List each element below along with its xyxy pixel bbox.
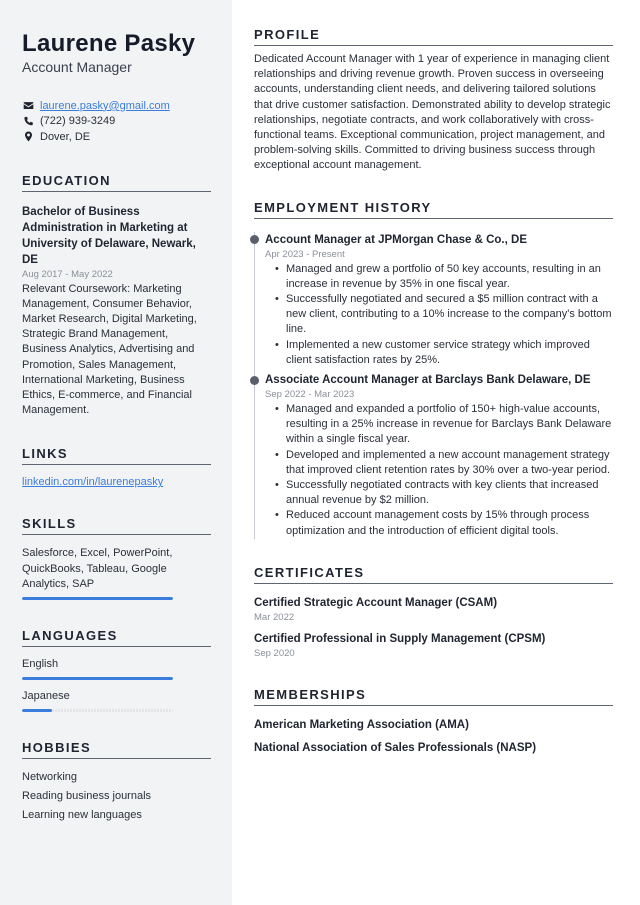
certificate-name: Certified Strategic Account Manager (CSA… xyxy=(254,596,498,609)
certificates-section: CERTIFICATES Certified Strategic Account… xyxy=(254,565,613,661)
skills-text: Salesforce, Excel, PowerPoint, QuickBook… xyxy=(22,547,173,590)
job-entry: Account Manager at JPMorgan Chase & Co.,… xyxy=(250,232,613,368)
memberships-section: MEMBERSHIPS American Marketing Associati… xyxy=(254,687,613,756)
timeline-dot-icon xyxy=(250,375,259,385)
hobby-item: Reading business journals xyxy=(22,789,152,802)
job-bullet: Managed and expanded a portfolio of 150+… xyxy=(275,402,613,448)
hobbies-heading: HOBBIES xyxy=(22,740,211,759)
job-bullets: Managed and expanded a portfolio of 150+… xyxy=(275,402,613,539)
job-bullet: Developed and implemented a new account … xyxy=(275,448,613,478)
contact-details: laurene.pasky@gmail.com (722) 939-3249 D… xyxy=(22,98,211,145)
education-heading: EDUCATION xyxy=(22,173,211,192)
language-level-fill xyxy=(22,708,53,712)
employment-section: EMPLOYMENT HISTORY Account Manager at JP… xyxy=(250,200,613,540)
language-level-bar xyxy=(22,708,173,712)
certificate-name: Certified Professional in Supply Managem… xyxy=(254,632,546,645)
linkedin-link[interactable]: linkedin.com/in/laurenepasky xyxy=(22,476,163,488)
location-text: Dover, DE xyxy=(40,130,91,143)
links-section: LINKS linkedin.com/in/laurenepasky xyxy=(22,446,211,488)
job-dates: Apr 2023 - Present xyxy=(265,248,345,260)
certificate-item: Certified Professional in Supply Managem… xyxy=(254,631,613,661)
languages-section: LANGUAGES English Japanese xyxy=(22,628,211,712)
employment-timeline: Account Manager at JPMorgan Chase & Co.,… xyxy=(250,231,613,540)
job-bullet: Successfully negotiated and secured a $5… xyxy=(275,292,613,338)
certificates-heading: CERTIFICATES xyxy=(254,565,613,584)
languages-heading: LANGUAGES xyxy=(22,628,211,647)
certificate-date: Sep 2020 xyxy=(254,647,295,659)
job-entry: Associate Account Manager at Barclays Ba… xyxy=(250,372,613,539)
profile-section: PROFILE Dedicated Account Manager with 1… xyxy=(254,27,613,174)
language-level-bar xyxy=(22,676,173,680)
job-bullet: Successfully negotiated contracts with k… xyxy=(275,478,613,508)
contact-email: laurene.pasky@gmail.com xyxy=(22,98,211,114)
certificate-item: Certified Strategic Account Manager (CSA… xyxy=(254,595,613,625)
contact-phone: (722) 939-3249 xyxy=(22,114,211,130)
language-level-fill xyxy=(22,676,173,680)
job-bullet: Managed and grew a portfolio of 50 key a… xyxy=(275,262,613,292)
envelope-icon xyxy=(22,100,34,112)
language-item: English xyxy=(22,657,211,680)
language-label: Japanese xyxy=(22,689,70,702)
job-title: Associate Account Manager at Barclays Ba… xyxy=(265,374,591,387)
language-label: English xyxy=(22,657,59,670)
skills-level-fill xyxy=(22,596,173,600)
hobby-item: Learning new languages xyxy=(22,808,142,821)
profile-heading: PROFILE xyxy=(254,27,613,46)
contact-location: Dover, DE xyxy=(22,129,211,145)
profile-text: Dedicated Account Manager with 1 year of… xyxy=(254,53,611,172)
employment-heading: EMPLOYMENT HISTORY xyxy=(254,200,613,219)
education-section: EDUCATION Bachelor of Business Administr… xyxy=(22,173,211,419)
candidate-title: Account Manager xyxy=(22,59,132,75)
job-bullets: Managed and grew a portfolio of 50 key a… xyxy=(275,262,613,368)
education-description: Relevant Coursework: Marketing Managemen… xyxy=(22,282,197,417)
phone-number: (722) 939-3249 xyxy=(40,115,116,128)
hobbies-section: HOBBIES Networking Reading business jour… xyxy=(22,740,211,825)
job-dates: Sep 2022 - Mar 2023 xyxy=(265,389,355,401)
skills-heading: SKILLS xyxy=(22,516,211,536)
skills-level-bar xyxy=(22,596,173,600)
memberships-heading: MEMBERSHIPS xyxy=(254,687,613,706)
email-link[interactable]: laurene.pasky@gmail.com xyxy=(40,100,170,112)
membership-item: American Marketing Association (AMA) xyxy=(254,718,469,731)
sidebar: Laurene Pasky Account Manager laurene.pa… xyxy=(0,0,232,905)
language-item: Japanese xyxy=(22,689,211,712)
map-pin-icon xyxy=(22,131,34,143)
phone-icon xyxy=(22,115,34,127)
education-degree: Bachelor of Business Administration in M… xyxy=(22,205,196,266)
skills-section: SKILLS Salesforce, Excel, PowerPoint, Qu… xyxy=(22,516,211,600)
links-heading: LINKS xyxy=(22,446,211,466)
education-dates: Aug 2017 - May 2022 xyxy=(22,268,113,280)
timeline-dot-icon xyxy=(250,235,259,245)
certificate-date: Mar 2022 xyxy=(254,611,295,623)
job-title: Account Manager at JPMorgan Chase & Co.,… xyxy=(265,233,527,246)
job-bullet: Implemented a new customer service strat… xyxy=(275,338,613,368)
candidate-name: Laurene Pasky xyxy=(22,30,196,57)
hobby-item: Networking xyxy=(22,770,78,783)
membership-item: National Association of Sales Profession… xyxy=(254,741,537,754)
job-bullet: Reduced account management costs by 15% … xyxy=(275,508,613,538)
main-content: PROFILE Dedicated Account Manager with 1… xyxy=(232,0,640,905)
